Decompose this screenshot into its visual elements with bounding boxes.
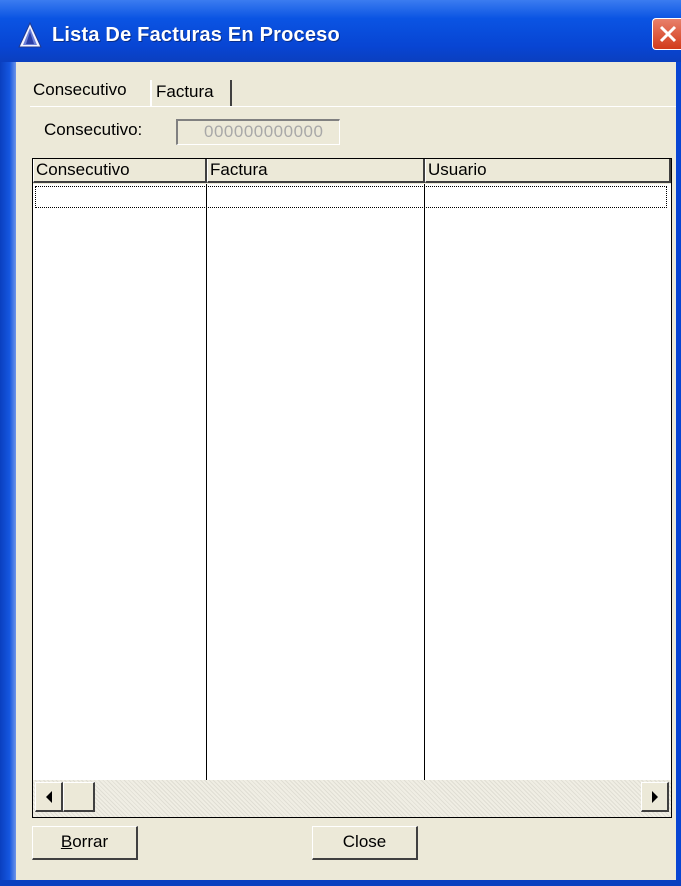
tab-consecutivo[interactable]: Consecutivo (30, 76, 150, 106)
title-bar[interactable]: Lista De Facturas En Proceso (0, 0, 681, 62)
consecutivo-label: Consecutivo: (44, 120, 143, 139)
arrow-right-icon (652, 791, 658, 803)
tab-divider (30, 106, 676, 107)
list-header: Consecutivo Factura Usuario (33, 159, 671, 184)
column-divider (424, 184, 425, 780)
scroll-thumb[interactable] (63, 782, 95, 812)
window-frame-bottom (0, 880, 681, 886)
triangle-app-icon (18, 22, 42, 48)
dialog-window: Lista De Facturas En Proceso Consecutivo… (0, 0, 681, 886)
borrar-label: orrar (72, 832, 109, 851)
window-title: Lista De Facturas En Proceso (52, 24, 340, 46)
focus-row[interactable] (35, 186, 667, 208)
column-header-consecutivo[interactable]: Consecutivo (33, 159, 207, 183)
facturas-list[interactable]: Consecutivo Factura Usuario (32, 158, 672, 818)
consecutivo-input[interactable]: 000000000000 (176, 119, 340, 145)
close-dialog-button[interactable]: Close (312, 826, 418, 860)
borrar-accelerator: B (60, 832, 73, 851)
borrar-button[interactable]: Borrar (32, 826, 138, 860)
column-divider (206, 184, 207, 780)
tab-factura[interactable]: Factura (150, 80, 232, 106)
window-frame-right (676, 62, 681, 886)
arrow-left-icon (46, 791, 52, 803)
close-button[interactable] (652, 18, 681, 50)
horizontal-scrollbar[interactable] (33, 780, 671, 817)
close-icon (659, 25, 677, 43)
column-header-usuario[interactable]: Usuario (425, 159, 671, 183)
scroll-right-button[interactable] (641, 782, 669, 812)
scroll-left-button[interactable] (35, 782, 63, 812)
window-frame-left (0, 62, 16, 886)
column-header-factura[interactable]: Factura (207, 159, 425, 183)
